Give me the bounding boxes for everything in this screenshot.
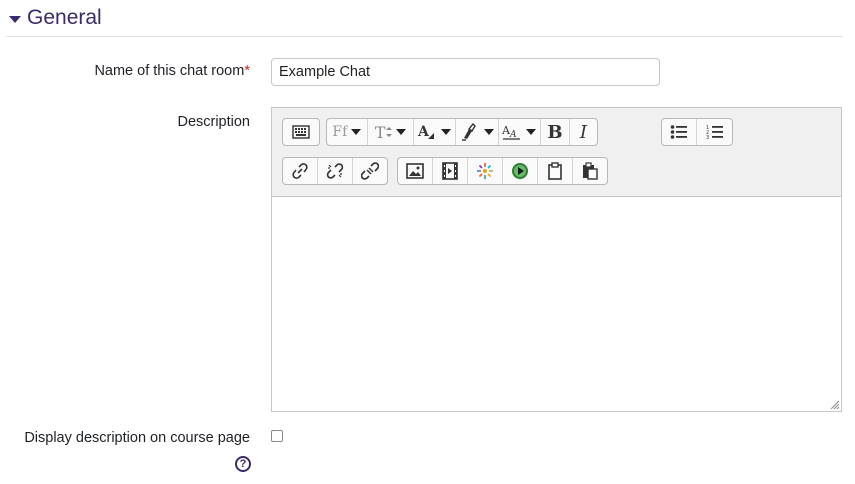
- chevron-down-icon: [351, 129, 362, 135]
- anchor-link-button[interactable]: [353, 158, 387, 184]
- numbered-list-icon: 1 2 3: [706, 125, 723, 140]
- italic-label: I: [579, 121, 588, 143]
- unordered-list-button[interactable]: [662, 119, 697, 145]
- background-color-dropdown[interactable]: [456, 119, 499, 145]
- font-size-dropdown[interactable]: T: [368, 119, 414, 145]
- font-size-label: T: [374, 122, 386, 142]
- help-icon[interactable]: ?: [235, 456, 251, 472]
- section-header-general[interactable]: General: [9, 4, 102, 32]
- chat-room-name-input[interactable]: [271, 58, 660, 86]
- font-color-icon: A: [417, 124, 435, 140]
- italic-button[interactable]: I: [570, 119, 597, 145]
- bullet-list-icon: [670, 125, 687, 139]
- sparkle-icon: [477, 163, 493, 179]
- image-icon: [406, 163, 424, 179]
- paste-icon: [583, 162, 598, 180]
- insert-image-button[interactable]: [398, 158, 433, 184]
- ordered-list-button[interactable]: 1 2 3: [697, 119, 732, 145]
- description-text-area[interactable]: [272, 197, 841, 411]
- bold-label: B: [547, 121, 563, 143]
- toolbar-group-format: Ff T A A A B I: [326, 118, 598, 146]
- text-style-dropdown[interactable]: A A: [499, 119, 542, 145]
- display-description-checkbox[interactable]: [271, 430, 283, 442]
- film-icon: [442, 162, 458, 180]
- editor-toolbar: Ff T A A A B I 1 2 3: [272, 108, 841, 197]
- name-field-label-text: Name of this chat room: [94, 63, 245, 79]
- toolbar-group-toggle: [282, 118, 320, 146]
- highlighter-icon: [461, 123, 476, 141]
- required-asterisk: *: [244, 63, 250, 79]
- link-icon: [292, 163, 308, 179]
- keyboard-icon: [292, 125, 310, 139]
- toolbar-group-media: [397, 157, 608, 185]
- toolbar-group-lists: 1 2 3: [661, 118, 733, 146]
- description-label: Description: [177, 114, 250, 130]
- paste-button[interactable]: [573, 158, 607, 184]
- insert-link-button[interactable]: [283, 158, 318, 184]
- display-description-label: Display description on course page: [24, 430, 250, 446]
- record-video-button[interactable]: [503, 158, 538, 184]
- media-recorder-button[interactable]: [468, 158, 503, 184]
- font-family-dropdown[interactable]: Ff: [327, 119, 368, 145]
- text-style-icon: A A: [502, 124, 521, 140]
- font-size-arrows-icon: [385, 127, 392, 137]
- collapse-triangle-icon[interactable]: [9, 15, 21, 23]
- play-circle-icon: [512, 163, 528, 179]
- text-color-dropdown[interactable]: A: [414, 119, 457, 145]
- broken-chain-icon: [361, 162, 379, 180]
- toolbar-toggle-button[interactable]: [283, 119, 319, 145]
- description-editor: Ff T A A A B I 1 2 3: [271, 107, 842, 412]
- name-field-label: Name of this chat room*: [60, 63, 250, 79]
- svg-text:A: A: [417, 124, 430, 140]
- chevron-down-icon: [483, 129, 494, 135]
- bold-button[interactable]: B: [541, 119, 570, 145]
- clipboard-icon: [548, 162, 562, 180]
- section-title: General: [27, 6, 102, 29]
- font-family-label: Ff: [332, 124, 348, 140]
- svg-text:3: 3: [706, 135, 709, 140]
- insert-media-button[interactable]: [433, 158, 468, 184]
- chevron-down-icon: [441, 129, 452, 135]
- chevron-down-icon: [395, 129, 406, 135]
- unlink-button[interactable]: [318, 158, 353, 184]
- chevron-down-icon: [526, 129, 537, 135]
- toolbar-group-links: [282, 157, 388, 185]
- section-divider: [6, 36, 843, 37]
- resize-handle-icon[interactable]: [831, 401, 839, 409]
- manage-files-button[interactable]: [538, 158, 573, 184]
- unlink-icon: [326, 163, 344, 179]
